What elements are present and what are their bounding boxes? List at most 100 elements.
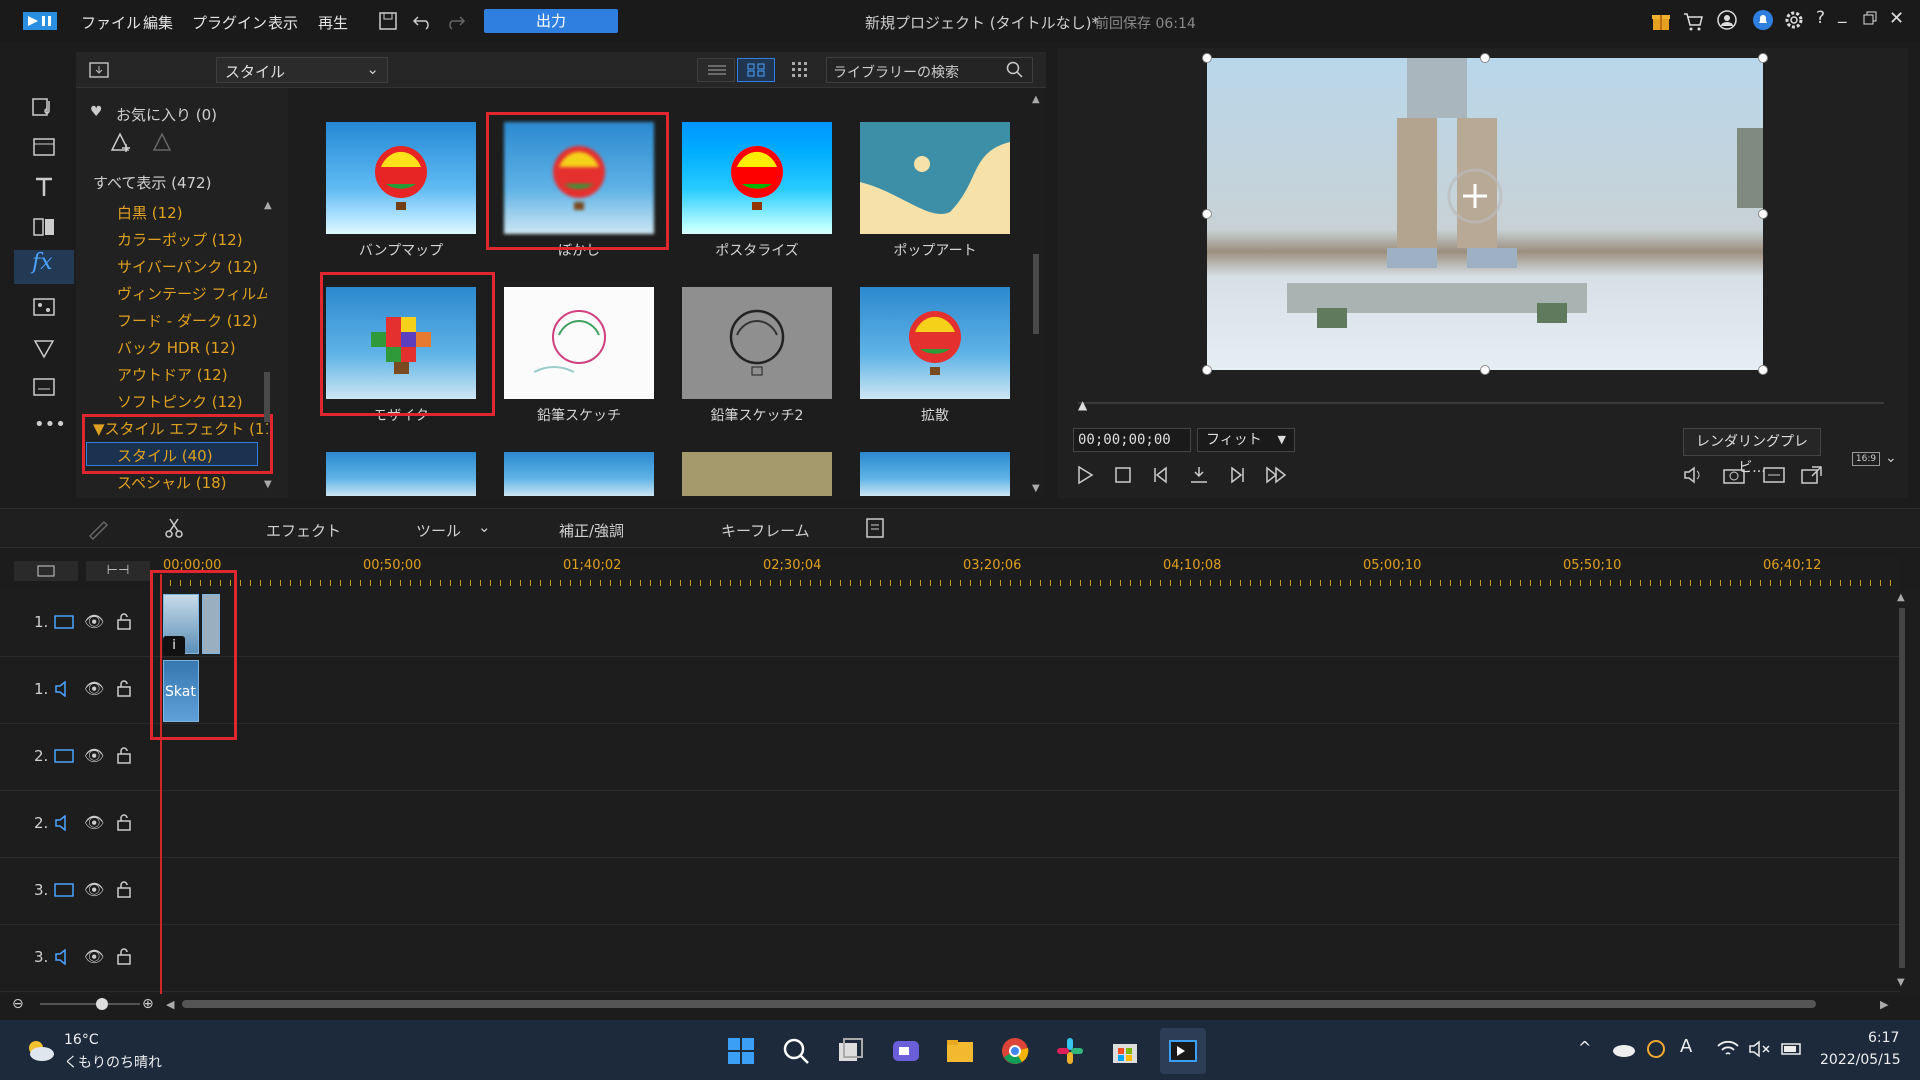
start-icon[interactable] bbox=[726, 1036, 756, 1066]
tree-item-vintage[interactable]: ヴィンテージ フィルム (12) bbox=[117, 283, 267, 304]
visibility-eye-icon[interactable]: 👁 bbox=[84, 746, 104, 765]
sync-icon[interactable] bbox=[1644, 1038, 1668, 1060]
tree-item-cyberpunk[interactable]: サイバーパンク (12) bbox=[117, 256, 267, 277]
export-button[interactable]: 出力 bbox=[484, 9, 618, 33]
zoom-fit-select[interactable]: フィット ▼ bbox=[1197, 428, 1295, 452]
effect-thumb-partial[interactable] bbox=[504, 452, 654, 496]
account-icon[interactable] bbox=[1716, 9, 1738, 31]
transition-room-icon[interactable] bbox=[14, 210, 74, 244]
fx-icon[interactable]: fx bbox=[32, 250, 53, 275]
resize-handle[interactable] bbox=[1202, 53, 1212, 63]
effect-thumb-partial[interactable] bbox=[860, 452, 1010, 496]
effect-thumb-diffuse[interactable] bbox=[860, 287, 1010, 399]
ime-indicator[interactable]: A bbox=[1680, 1036, 1692, 1057]
menu-plugins[interactable]: プラグイン bbox=[192, 12, 267, 33]
timecode-display[interactable]: 00;00;00;00 bbox=[1073, 428, 1191, 452]
pip-room-icon[interactable] bbox=[14, 290, 74, 324]
correction-button[interactable]: 補正/強調 bbox=[559, 520, 624, 541]
pen-icon[interactable] bbox=[86, 516, 112, 540]
save-icon[interactable] bbox=[378, 11, 398, 31]
remove-tag-icon[interactable] bbox=[150, 130, 176, 156]
effect-button[interactable]: エフェクト bbox=[266, 520, 341, 541]
show-all-item[interactable]: すべて表示 (472) bbox=[93, 172, 211, 193]
menu-file[interactable]: ファイル bbox=[81, 12, 141, 33]
visibility-eye-icon[interactable]: 👁 bbox=[84, 679, 104, 698]
resize-handle[interactable] bbox=[1758, 209, 1768, 219]
timeline-hscrollbar[interactable] bbox=[182, 1000, 1816, 1008]
file-explorer-icon[interactable] bbox=[945, 1036, 975, 1066]
prev-frame-icon[interactable] bbox=[1150, 464, 1172, 486]
particle-room-icon[interactable] bbox=[14, 330, 74, 364]
seek-playhead-icon[interactable]: ▲ bbox=[1078, 398, 1087, 412]
category-dropdown[interactable]: スタイル ⌄ bbox=[216, 57, 388, 83]
more-rooms-icon[interactable]: ••• bbox=[34, 414, 66, 435]
subtitle-room-icon[interactable] bbox=[14, 370, 74, 404]
visibility-eye-icon[interactable]: 👁 bbox=[84, 612, 104, 631]
store-icon[interactable] bbox=[1110, 1036, 1140, 1066]
lock-icon[interactable] bbox=[116, 947, 132, 965]
menu-view[interactable]: 表示 bbox=[268, 12, 298, 33]
subtitle-toggle-icon[interactable] bbox=[1762, 464, 1786, 486]
battery-icon[interactable] bbox=[1780, 1040, 1804, 1058]
lock-icon[interactable] bbox=[116, 612, 132, 630]
split-icon[interactable] bbox=[1188, 464, 1210, 486]
cart-icon[interactable] bbox=[1682, 10, 1704, 32]
gift-icon[interactable] bbox=[1650, 10, 1672, 32]
move-crosshair-icon[interactable] bbox=[1445, 166, 1505, 226]
small-grid-icon[interactable] bbox=[790, 60, 810, 80]
next-frame-icon[interactable] bbox=[1226, 464, 1248, 486]
lock-icon[interactable] bbox=[116, 679, 132, 697]
preview-seek-bar[interactable] bbox=[1078, 402, 1884, 404]
visibility-eye-icon[interactable]: 👁 bbox=[84, 880, 104, 899]
library-search-input[interactable]: ライブラリーの検索 bbox=[826, 57, 1033, 83]
more-tools-icon[interactable] bbox=[864, 516, 886, 540]
chevron-down-icon[interactable]: ⌄ bbox=[478, 518, 491, 536]
chevron-down-icon[interactable]: ⌄ bbox=[1885, 450, 1897, 466]
clock-time[interactable]: 6:17 bbox=[1868, 1030, 1899, 1046]
scroll-right-icon[interactable]: ▶ bbox=[1880, 998, 1888, 1011]
effect-thumb-bumpmap[interactable] bbox=[326, 122, 476, 234]
grid-view-button[interactable] bbox=[737, 58, 775, 82]
undock-icon[interactable] bbox=[1800, 464, 1824, 486]
play-icon[interactable] bbox=[1074, 464, 1096, 486]
tree-item-softpink[interactable]: ソフトピンク (12) bbox=[117, 391, 267, 412]
tree-item-food-dark[interactable]: フード - ダーク (12) bbox=[117, 310, 267, 331]
lock-icon[interactable] bbox=[116, 880, 132, 898]
slack-icon[interactable] bbox=[1055, 1036, 1085, 1066]
effect-thumb-posterize[interactable] bbox=[682, 122, 832, 234]
tray-expand-icon[interactable]: ^ bbox=[1578, 1038, 1591, 1057]
title-room-icon[interactable] bbox=[14, 170, 74, 204]
settings-icon[interactable] bbox=[1783, 9, 1805, 31]
fast-forward-icon[interactable] bbox=[1264, 464, 1290, 486]
effect-thumb-sketch[interactable] bbox=[504, 287, 654, 399]
tree-item-colorpop[interactable]: カラーポップ (12) bbox=[117, 229, 267, 250]
wifi-icon[interactable] bbox=[1716, 1040, 1740, 1058]
undo-icon[interactable] bbox=[412, 11, 434, 31]
resize-handle[interactable] bbox=[1202, 209, 1212, 219]
effect-thumb-partial[interactable] bbox=[682, 452, 832, 496]
tree-item-back-hdr[interactable]: バック HDR (12) bbox=[117, 337, 267, 358]
zoom-slider-thumb[interactable] bbox=[96, 998, 108, 1010]
tree-item-bw[interactable]: 白黒 (12) bbox=[117, 202, 267, 223]
media-room-icon[interactable] bbox=[14, 90, 74, 124]
track-manager-button[interactable] bbox=[14, 561, 78, 581]
clock-date[interactable]: 2022/05/15 bbox=[1820, 1052, 1901, 1068]
resize-handle[interactable] bbox=[1480, 53, 1490, 63]
minimize-icon[interactable]: _ bbox=[1838, 4, 1847, 24]
restore-icon[interactable] bbox=[1862, 10, 1878, 26]
scissors-icon[interactable] bbox=[162, 516, 186, 540]
effect-thumb-popart[interactable] bbox=[860, 122, 1010, 234]
close-icon[interactable]: ✕ bbox=[1889, 8, 1904, 29]
tree-item-outdoor[interactable]: アウトドア (12) bbox=[117, 364, 267, 385]
resize-handle[interactable] bbox=[1480, 365, 1490, 375]
redo-icon[interactable] bbox=[444, 11, 466, 31]
resize-handle[interactable] bbox=[1202, 365, 1212, 375]
snapshot-icon[interactable] bbox=[1722, 464, 1746, 486]
tree-item-special[interactable]: スペシャル (18) bbox=[117, 472, 267, 493]
zoom-slider[interactable] bbox=[40, 1003, 140, 1005]
stop-icon[interactable] bbox=[1112, 464, 1134, 486]
scroll-left-icon[interactable]: ◀ bbox=[166, 998, 174, 1011]
template-room-icon[interactable] bbox=[14, 130, 74, 164]
resize-handle[interactable] bbox=[1758, 53, 1768, 63]
resize-handle[interactable] bbox=[1758, 365, 1768, 375]
